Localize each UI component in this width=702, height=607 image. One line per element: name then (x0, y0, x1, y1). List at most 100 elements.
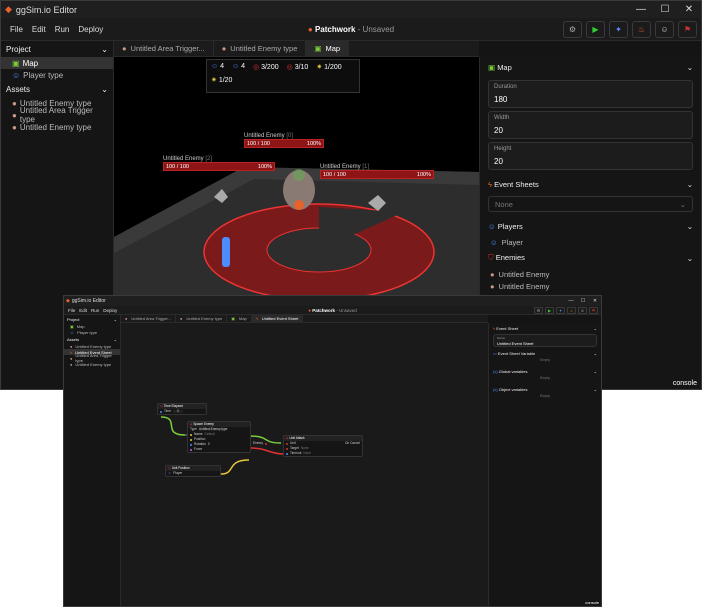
play-icon[interactable]: ▶ (545, 307, 554, 314)
user-icon: ☺ (70, 329, 75, 335)
menu-run[interactable]: Run (55, 25, 70, 34)
sidebar-item-player-type[interactable]: ☺ Player type (1, 69, 113, 81)
field-value: 180 (494, 95, 508, 104)
gear-icon[interactable]: ⚙ (534, 307, 543, 314)
sidebar-item-label: Map (22, 58, 39, 68)
event-sheets-header[interactable]: ϟ Event Sheets ⌄ (480, 174, 701, 194)
node-spawn-enemy[interactable]: ◈ Spawn Enemy Type Untitled Enemy type Na… (187, 421, 251, 453)
tab-area-trigger[interactable]: ● Untitled Area Trigger... (114, 41, 214, 56)
project-name: Patchwork (314, 25, 356, 34)
players-header[interactable]: ☺ Players ⌄ (480, 216, 701, 236)
enemies-header[interactable]: ⛉ Enemies ⌄ (480, 248, 701, 268)
project-status: - Unsaved (336, 308, 357, 313)
console-label[interactable]: console (585, 600, 599, 605)
close-button[interactable]: ✕ (589, 296, 601, 306)
width-field[interactable]: Width 20 (488, 111, 693, 139)
node-row: Timeout None (284, 451, 362, 456)
duration-field[interactable]: Duration 180 (488, 80, 693, 108)
project-icon: ● (307, 25, 313, 34)
menu-file[interactable]: File (68, 308, 75, 313)
tab-enemy-type[interactable]: ● Untitled Enemy type (176, 315, 228, 322)
user-icon[interactable]: ☺ (578, 307, 587, 314)
chevron-down-icon: ⌄ (593, 350, 597, 356)
magic-icon[interactable]: ✦ (609, 21, 628, 38)
spawn-enemy-output: Enemy (251, 441, 273, 446)
player-item[interactable]: ☺ Player (480, 236, 701, 248)
menu-deploy[interactable]: Deploy (103, 308, 117, 313)
user-icon: ☺ (211, 63, 219, 70)
enemy-icon: ● (490, 281, 495, 291)
flag-icon[interactable]: ⚑ (678, 21, 697, 38)
user-icon[interactable]: ☺ (655, 21, 674, 38)
enemy-item[interactable]: ● Untitled Enemy (480, 268, 701, 280)
map-icon: ▣ (70, 323, 74, 329)
height-field[interactable]: Height 20 (488, 142, 693, 170)
project-header-label: Project (6, 45, 31, 54)
menu-file[interactable]: File (10, 25, 23, 34)
area-trigger-icon: ● (70, 355, 73, 361)
name-field[interactable]: Name Untitled Event Sheet (493, 334, 597, 347)
project-header-label: Project (67, 317, 80, 322)
menu-bar: File Edit Run Deploy ● Patchwork - Unsav… (1, 18, 701, 41)
event-sheet-header[interactable]: ϟ Event Sheet ⌄ (489, 323, 601, 333)
gear-icon[interactable]: ⚙ (563, 21, 582, 38)
map-section-header[interactable]: ▣ Map ⌄ (480, 57, 701, 77)
sidebar-item-map[interactable]: ▣ Map (1, 57, 113, 69)
menu-run[interactable]: Run (91, 308, 99, 313)
title-bar: ◆ ggSim.io Editor — ☐ ✕ (1, 1, 701, 18)
project-section-header[interactable]: Project ⌄ (64, 315, 120, 323)
empty-label: Empty (540, 394, 550, 398)
tab-area-trigger[interactable]: ● Untitled Area Trigger... (121, 315, 176, 322)
tab-bar: ● Untitled Area Trigger... ● Untitled En… (114, 41, 479, 57)
chevron-down-icon: ⌄ (679, 199, 686, 209)
hud-stats: ☺ 4 ☺ 4 ◎ 3/200 ◎ 3/10 ✷ 1/200 ✷ 1/20 (206, 59, 360, 93)
tab-label: Untitled Enemy type (230, 44, 298, 53)
tab-map[interactable]: ▣ Map (227, 315, 252, 322)
enemy-icon: ● (70, 361, 73, 367)
hp-bar: 100 / 100 100% (163, 162, 275, 171)
enemy-healthbar: Untitled Enemy [1] 100 / 100 100% (320, 164, 434, 179)
menu-edit[interactable]: Edit (79, 308, 87, 313)
player-label: Player (501, 237, 523, 247)
maximize-button[interactable]: ☐ (577, 296, 589, 306)
app-logo-icon: ◆ (66, 298, 70, 304)
tab-map[interactable]: ▣ Map (306, 41, 350, 56)
node-graph-canvas[interactable]: ◷ Time Elapsed Time 0 ◷ Unit Position ☺ Pl… (121, 323, 488, 606)
fire-icon[interactable]: ♨ (567, 307, 576, 314)
title-bar: ◆ ggSim.io Editor — ☐ ✕ (64, 296, 601, 306)
field-label: Width (494, 115, 510, 121)
magic-icon[interactable]: ✦ (556, 307, 565, 314)
close-button[interactable]: ✕ (677, 1, 701, 18)
assets-section-header[interactable]: Assets ⌄ (64, 335, 120, 343)
maximize-button[interactable]: ☐ (653, 1, 677, 18)
node-row: Force (188, 447, 250, 452)
object-variables-header[interactable]: {x} Object variables ⌄ (489, 384, 601, 394)
tab-event-sheet[interactable]: ϟ Untitled Event Sheet (251, 315, 304, 322)
asset-item[interactable]: ● Untitled Area Trigger type (64, 353, 120, 363)
chevron-down-icon: ⌄ (593, 325, 597, 331)
player-unit (222, 237, 230, 267)
node-unit-attack[interactable]: ◈ Unit Attack Unit On Cancel Target None T… (283, 435, 363, 457)
project-section-header[interactable]: Project ⌄ (1, 41, 113, 57)
asset-item[interactable]: ● Untitled Area Trigger type (1, 106, 113, 124)
global-variables-header[interactable]: {x} Global variables ⌄ (489, 366, 601, 376)
node-time-elapsed[interactable]: ◷ Time Elapsed Time 0 (157, 403, 207, 415)
score-stat-1: ◎ 3/200 (253, 64, 279, 71)
variable-header[interactable]: ▭ Event Sheet Variable ⌄ (489, 348, 601, 358)
flag-icon[interactable]: ⚑ (589, 307, 598, 314)
chevron-down-icon: ⌄ (686, 179, 693, 189)
fire-icon[interactable]: ♨ (632, 21, 651, 38)
tab-label: Map (239, 316, 247, 321)
node-unit-position[interactable]: ◷ Unit Position ☺ Player (165, 465, 221, 477)
menu-deploy[interactable]: Deploy (78, 25, 103, 34)
event-sheet-select[interactable]: None ⌄ (488, 196, 693, 212)
minimize-button[interactable]: — (565, 296, 577, 306)
play-icon[interactable]: ▶ (586, 21, 605, 38)
enemy-item[interactable]: ● Untitled Enemy (480, 280, 701, 292)
menu-edit[interactable]: Edit (32, 25, 46, 34)
tab-enemy-type[interactable]: ● Untitled Enemy type (214, 41, 307, 56)
minimize-button[interactable]: — (629, 1, 653, 18)
asset-label: Untitled Enemy type (75, 343, 112, 349)
console-label[interactable]: console (673, 380, 697, 387)
assets-section-header[interactable]: Assets ⌄ (1, 81, 113, 97)
